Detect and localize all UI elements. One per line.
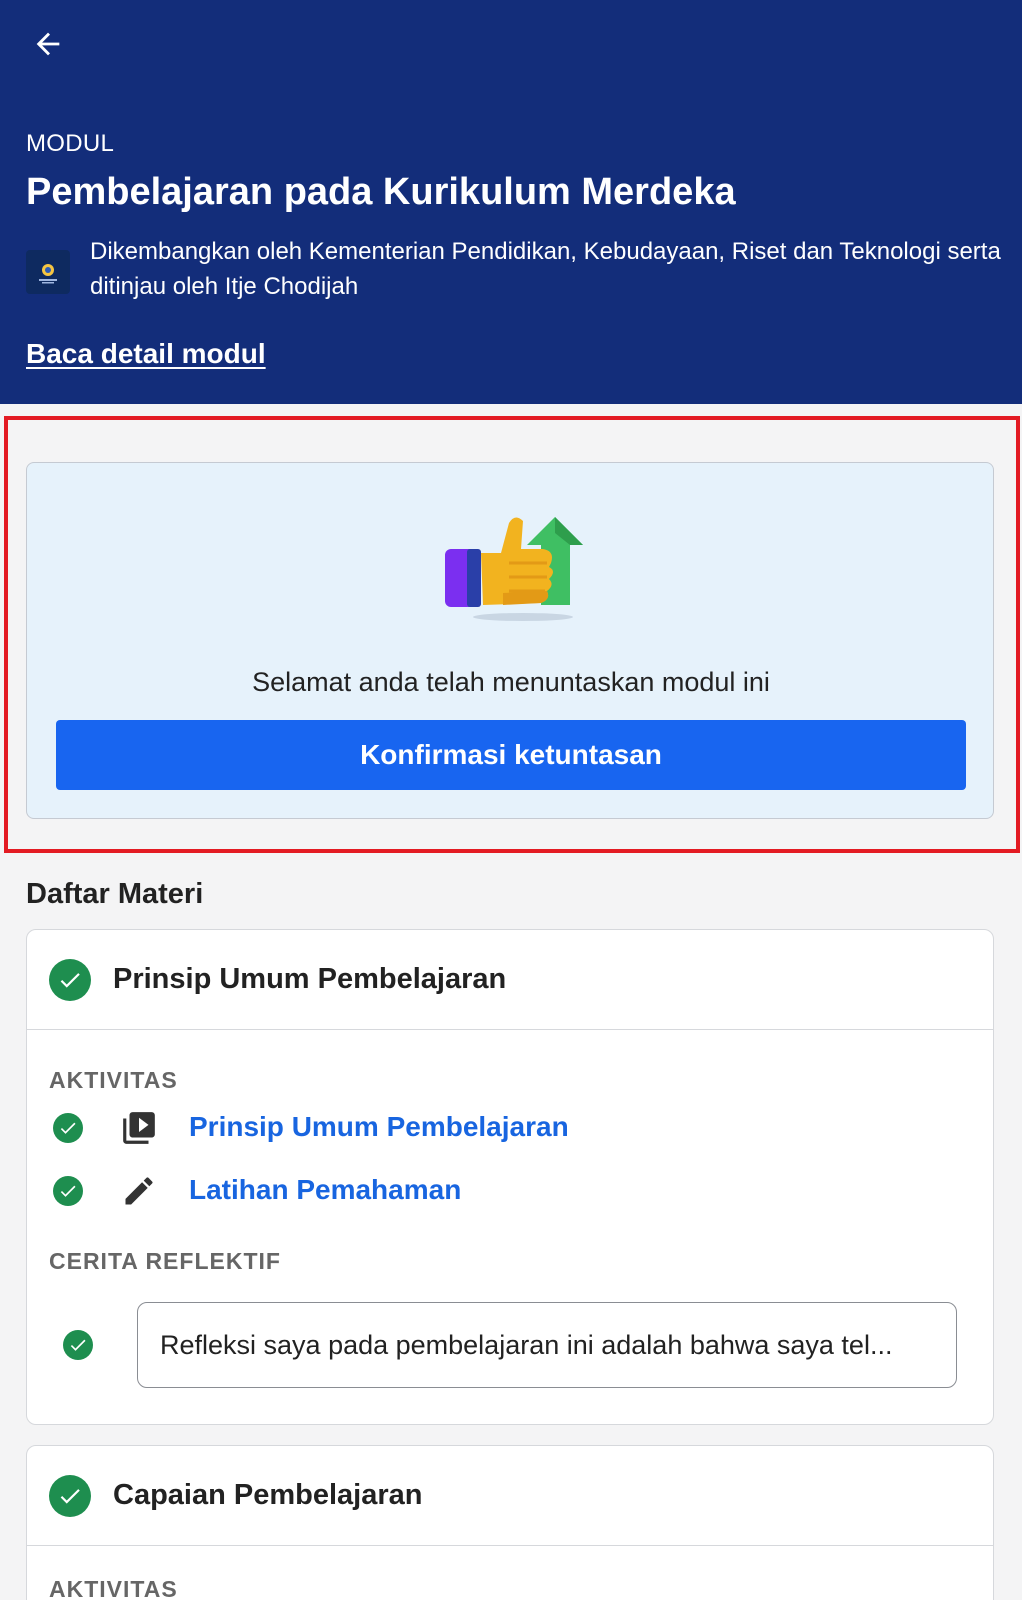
check-circle-icon [53, 1176, 83, 1206]
material-header[interactable]: Prinsip Umum Pembelajaran [27, 930, 993, 1030]
material-card: Prinsip Umum Pembelajaran AKTIVITAS Prin… [26, 929, 994, 1425]
activity-item[interactable]: Latihan Pemahaman [53, 1171, 461, 1211]
material-title: Capaian Pembelajaran [113, 1479, 423, 1511]
module-header: MODUL Pembelajaran pada Kurikulum Merdek… [0, 0, 1022, 404]
read-module-detail-link[interactable]: Baca detail modul [26, 338, 266, 370]
activity-link[interactable]: Latihan Pemahaman [189, 1174, 461, 1206]
material-card: Capaian Pembelajaran AKTIVITAS [26, 1445, 994, 1600]
thumbs-up-growth-icon [443, 513, 589, 623]
back-button[interactable] [26, 22, 70, 66]
material-list-heading: Daftar Materi [26, 878, 204, 910]
reflection-label: CERITA REFLEKTIF [49, 1248, 281, 1274]
video-library-icon [119, 1108, 159, 1148]
module-title: Pembelajaran pada Kurikulum Merdeka [26, 171, 736, 213]
material-title: Prinsip Umum Pembelajaran [113, 963, 507, 995]
ministry-logo [26, 250, 70, 294]
reflection-field[interactable]: Refleksi saya pada pembelajaran ini adal… [137, 1302, 957, 1388]
completion-message: Selamat anda telah menuntaskan modul ini [252, 667, 770, 697]
ministry-logo-icon [39, 264, 57, 284]
activities-label: AKTIVITAS [49, 1067, 178, 1093]
confirm-completion-button[interactable]: Konfirmasi ketuntasan [56, 720, 966, 790]
check-circle-icon [53, 1113, 83, 1143]
arrow-left-icon [36, 32, 60, 56]
developer-info: Dikembangkan oleh Kementerian Pendidikan… [26, 234, 1006, 304]
pencil-icon [119, 1171, 159, 1211]
material-header[interactable]: Capaian Pembelajaran [27, 1446, 993, 1546]
reflection-text: Refleksi saya pada pembelajaran ini adal… [160, 1329, 893, 1360]
activity-link[interactable]: Prinsip Umum Pembelajaran [189, 1111, 569, 1143]
developer-text: Dikembangkan oleh Kementerian Pendidikan… [90, 238, 1001, 300]
module-kicker: MODUL [26, 130, 115, 157]
check-circle-icon [49, 958, 91, 1001]
activities-label: AKTIVITAS [49, 1576, 178, 1600]
activity-item[interactable]: Prinsip Umum Pembelajaran [53, 1108, 569, 1148]
check-circle-icon [49, 1474, 91, 1517]
completion-card: Selamat anda telah menuntaskan modul ini… [26, 462, 994, 819]
check-circle-icon [63, 1330, 93, 1360]
